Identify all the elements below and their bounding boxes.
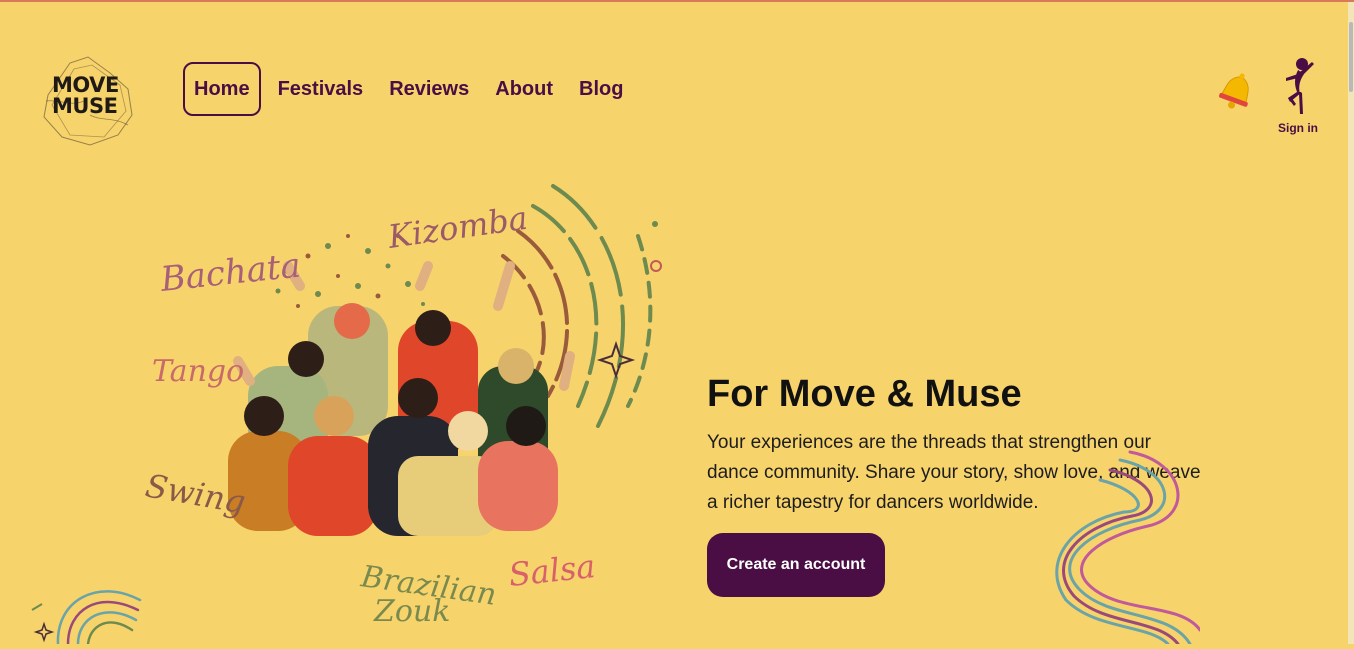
- label-tango: Tango: [152, 354, 244, 389]
- logo-wordmark: MOVE MUSE: [52, 75, 119, 117]
- sign-in-label: Sign in: [1278, 121, 1318, 135]
- decorative-swirl-left: [31, 590, 142, 644]
- nav-about[interactable]: About: [482, 64, 566, 114]
- dancer-icon: [1286, 58, 1314, 114]
- top-border: [0, 0, 1354, 2]
- main-nav: Home Festivals Reviews About Blog: [183, 62, 636, 116]
- label-bachata: Bachata: [158, 245, 303, 300]
- site-logo[interactable]: MOVE MUSE: [40, 55, 136, 147]
- nav-blog[interactable]: Blog: [566, 64, 636, 114]
- nav-festivals[interactable]: Festivals: [265, 64, 377, 114]
- nav-home[interactable]: Home: [183, 62, 261, 116]
- notification-bell-icon[interactable]: [1214, 68, 1260, 112]
- scrollbar[interactable]: [1348, 2, 1354, 644]
- hero-illustration: Bachata Kizomba Tango Swing Brazilian Zo…: [138, 176, 668, 644]
- sign-in-button[interactable]: Sign in: [1270, 56, 1326, 140]
- label-salsa: Salsa: [507, 547, 597, 594]
- scrollbar-thumb[interactable]: [1349, 22, 1353, 92]
- logo-line-2: MUSE: [52, 94, 118, 118]
- label-kizomba: Kizomba: [385, 199, 530, 256]
- dancers-group: [228, 261, 575, 536]
- create-account-button[interactable]: Create an account: [707, 533, 885, 597]
- logo-line-1: MOVE: [52, 73, 119, 97]
- hero-headline: For Move & Muse: [707, 373, 1022, 415]
- label-zouk: Zouk: [373, 594, 450, 629]
- nav-reviews[interactable]: Reviews: [376, 64, 482, 114]
- decorative-swirl-right: [1055, 450, 1200, 644]
